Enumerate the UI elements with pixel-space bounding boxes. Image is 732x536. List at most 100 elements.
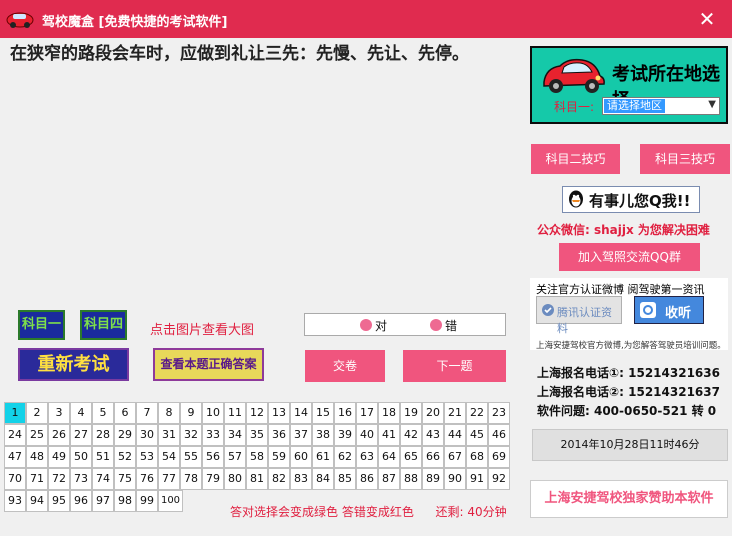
question-cell[interactable]: 13 (268, 402, 290, 424)
question-cell[interactable]: 55 (180, 446, 202, 468)
question-cell[interactable]: 24 (4, 424, 26, 446)
question-cell[interactable]: 95 (48, 490, 70, 512)
question-cell[interactable]: 62 (334, 446, 356, 468)
listen-button[interactable]: 收听 (634, 296, 704, 324)
submit-button[interactable]: 交卷 (305, 350, 385, 382)
question-cell[interactable]: 90 (444, 468, 466, 490)
question-cell[interactable]: 72 (48, 468, 70, 490)
question-cell[interactable]: 49 (48, 446, 70, 468)
question-cell[interactable]: 53 (136, 446, 158, 468)
question-cell[interactable]: 8 (158, 402, 180, 424)
question-cell[interactable]: 99 (136, 490, 158, 512)
question-cell[interactable]: 83 (290, 468, 312, 490)
question-cell[interactable]: 31 (158, 424, 180, 446)
radio-correct[interactable] (360, 319, 372, 331)
question-cell[interactable]: 11 (224, 402, 246, 424)
question-cell[interactable]: 57 (224, 446, 246, 468)
question-cell[interactable]: 17 (356, 402, 378, 424)
question-cell[interactable]: 42 (400, 424, 422, 446)
question-cell[interactable]: 46 (488, 424, 510, 446)
question-cell[interactable]: 66 (422, 446, 444, 468)
question-cell[interactable]: 19 (400, 402, 422, 424)
question-cell[interactable]: 21 (444, 402, 466, 424)
question-cell[interactable]: 59 (268, 446, 290, 468)
restart-exam-button[interactable]: 重新考试 (18, 348, 129, 381)
question-cell[interactable]: 30 (136, 424, 158, 446)
question-cell[interactable]: 69 (488, 446, 510, 468)
question-cell[interactable]: 37 (290, 424, 312, 446)
subject3-tips-button[interactable]: 科目三技巧 (640, 144, 730, 174)
question-cell[interactable]: 4 (70, 402, 92, 424)
question-cell[interactable]: 96 (70, 490, 92, 512)
question-cell[interactable]: 27 (70, 424, 92, 446)
question-cell[interactable]: 81 (246, 468, 268, 490)
question-cell[interactable]: 40 (356, 424, 378, 446)
question-cell[interactable]: 88 (400, 468, 422, 490)
question-cell[interactable]: 10 (202, 402, 224, 424)
question-cell[interactable]: 51 (92, 446, 114, 468)
question-cell[interactable]: 14 (290, 402, 312, 424)
subject4-button[interactable]: 科目四 (80, 310, 127, 340)
question-cell[interactable]: 12 (246, 402, 268, 424)
question-cell[interactable]: 38 (312, 424, 334, 446)
question-cell[interactable]: 6 (114, 402, 136, 424)
question-cell[interactable]: 87 (378, 468, 400, 490)
question-cell[interactable]: 33 (202, 424, 224, 446)
question-cell[interactable]: 35 (246, 424, 268, 446)
sponsor-banner[interactable]: 上海安捷驾校独家赞助本软件 (530, 480, 728, 518)
question-cell[interactable]: 84 (312, 468, 334, 490)
view-answer-button[interactable]: 查看本题正确答案 (153, 348, 264, 381)
weibo-profile-button[interactable]: 腾讯认证资料 (536, 296, 622, 335)
question-cell[interactable]: 15 (312, 402, 334, 424)
question-cell[interactable]: 92 (488, 468, 510, 490)
question-cell[interactable]: 18 (378, 402, 400, 424)
question-cell[interactable]: 93 (4, 490, 26, 512)
question-cell[interactable]: 74 (92, 468, 114, 490)
region-select[interactable]: 请选择地区 ▼ (602, 97, 720, 115)
radio-wrong[interactable] (430, 319, 442, 331)
question-cell[interactable]: 47 (4, 446, 26, 468)
qq-contact-button[interactable]: 有事儿您Q我!! (562, 186, 700, 213)
question-cell[interactable]: 26 (48, 424, 70, 446)
question-cell[interactable]: 100 (158, 490, 183, 512)
question-cell[interactable]: 32 (180, 424, 202, 446)
question-cell[interactable]: 39 (334, 424, 356, 446)
question-cell[interactable]: 1 (4, 402, 26, 424)
question-cell[interactable]: 89 (422, 468, 444, 490)
question-cell[interactable]: 86 (356, 468, 378, 490)
question-cell[interactable]: 75 (114, 468, 136, 490)
question-cell[interactable]: 22 (466, 402, 488, 424)
next-question-button[interactable]: 下一题 (403, 350, 506, 382)
question-cell[interactable]: 50 (70, 446, 92, 468)
question-cell[interactable]: 78 (180, 468, 202, 490)
question-cell[interactable]: 70 (4, 468, 26, 490)
question-cell[interactable]: 65 (400, 446, 422, 468)
question-cell[interactable]: 43 (422, 424, 444, 446)
question-cell[interactable]: 76 (136, 468, 158, 490)
question-cell[interactable]: 54 (158, 446, 180, 468)
subject1-button[interactable]: 科目一 (18, 310, 65, 340)
question-cell[interactable]: 97 (92, 490, 114, 512)
question-cell[interactable]: 45 (466, 424, 488, 446)
question-cell[interactable]: 25 (26, 424, 48, 446)
close-button[interactable]: ✕ (696, 8, 718, 30)
question-cell[interactable]: 67 (444, 446, 466, 468)
question-cell[interactable]: 7 (136, 402, 158, 424)
question-cell[interactable]: 61 (312, 446, 334, 468)
question-cell[interactable]: 68 (466, 446, 488, 468)
question-cell[interactable]: 48 (26, 446, 48, 468)
question-cell[interactable]: 2 (26, 402, 48, 424)
question-cell[interactable]: 91 (466, 468, 488, 490)
question-cell[interactable]: 34 (224, 424, 246, 446)
question-cell[interactable]: 52 (114, 446, 136, 468)
join-qq-group-button[interactable]: 加入驾照交流QQ群 (559, 243, 700, 271)
question-cell[interactable]: 29 (114, 424, 136, 446)
question-cell[interactable]: 77 (158, 468, 180, 490)
question-cell[interactable]: 60 (290, 446, 312, 468)
question-cell[interactable]: 9 (180, 402, 202, 424)
question-cell[interactable]: 5 (92, 402, 114, 424)
question-cell[interactable]: 63 (356, 446, 378, 468)
question-cell[interactable]: 3 (48, 402, 70, 424)
question-cell[interactable]: 82 (268, 468, 290, 490)
question-cell[interactable]: 94 (26, 490, 48, 512)
